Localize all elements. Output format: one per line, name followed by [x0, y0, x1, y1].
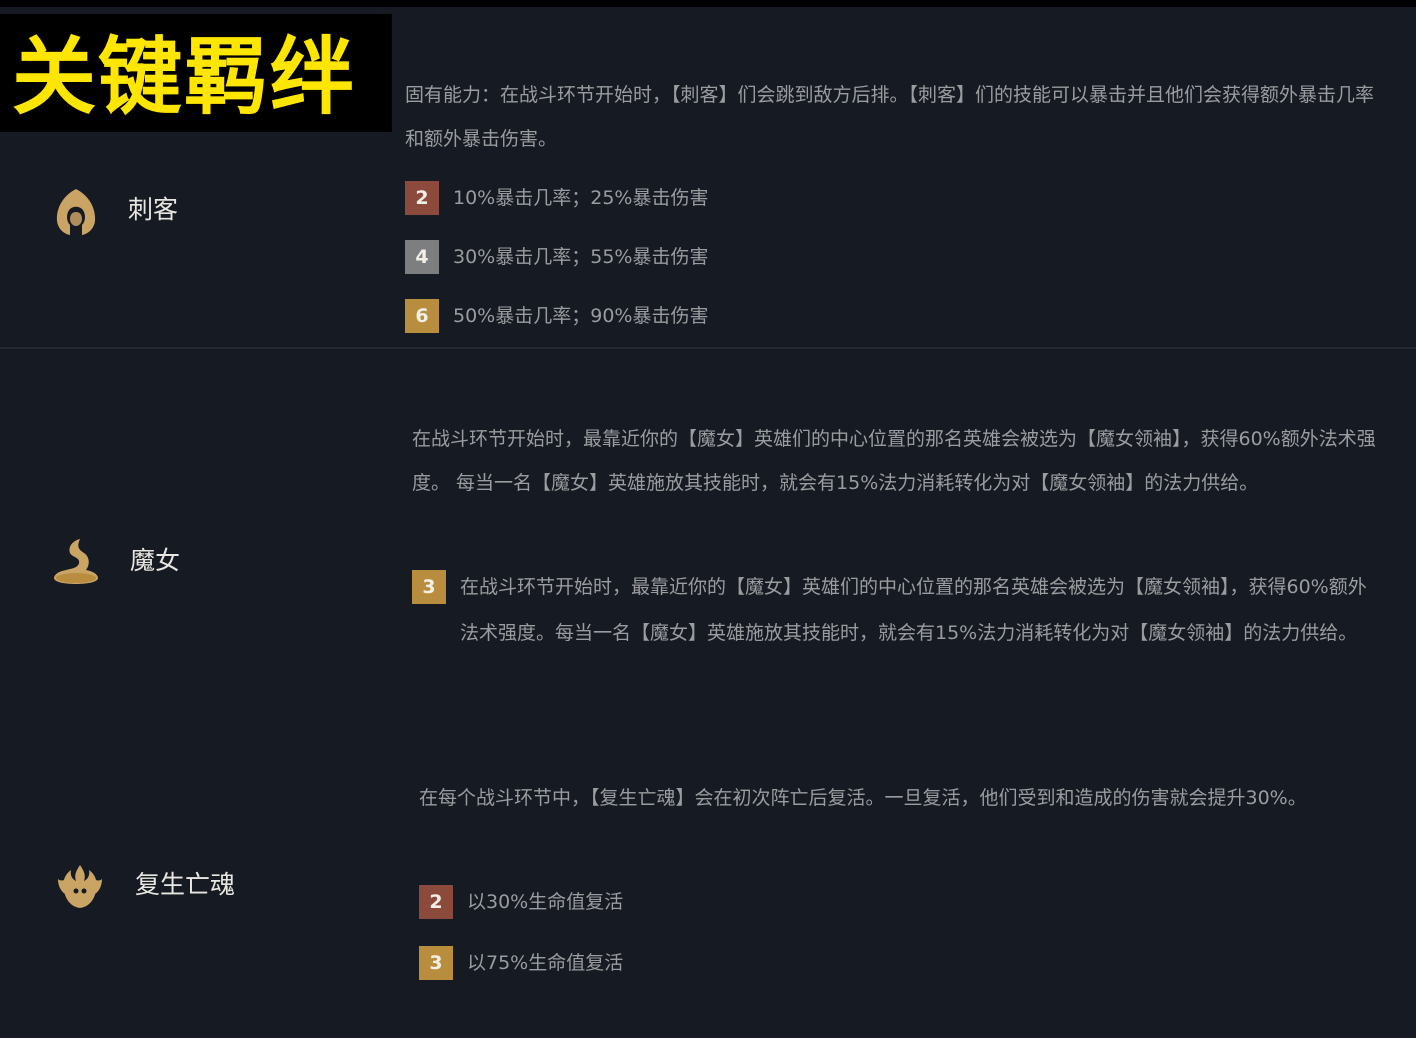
trait-name-revenant: 复生亡魂 — [135, 870, 236, 899]
trait-page: 关键羁绊 刺客 固有能力：在战斗环节开始时，【刺客】们会跳到敌方后排。【刺客】们… — [0, 0, 1416, 1038]
tier-badge-bronze: 2 — [405, 181, 439, 215]
hooded-assassin-icon — [50, 185, 102, 237]
tier-row: 2 10%暴击几率；25%暴击伤害 — [405, 181, 1005, 215]
tier-row: 3 以75%生命值复活 — [419, 946, 1019, 980]
tier-row: 6 50%暴击几率；90%暴击伤害 — [405, 299, 1005, 333]
tier-effect: 50%暴击几率；90%暴击伤害 — [453, 305, 709, 327]
trait-description-revenant: 在每个战斗环节中，【复生亡魂】会在初次阵亡后复活。一旦复活，他们受到和造成的伤害… — [419, 787, 1307, 809]
tier-badge-gold: 3 — [412, 570, 446, 604]
tier-effect: 30%暴击几率；55%暴击伤害 — [453, 246, 709, 268]
tier-row: 2 以30%生命值复活 — [419, 885, 1019, 919]
trait-name-witch: 魔女 — [130, 546, 181, 575]
trait-revenant: 复生亡魂 在每个战斗环节中，【复生亡魂】会在初次阵亡后复活。一旦复活，他们受到和… — [0, 729, 1416, 1038]
witch-hat-icon — [50, 535, 102, 587]
tier-row: 3 在战斗环节开始时，最靠近你的【魔女】英雄们的中心位置的那名英雄会被选为【魔女… — [412, 570, 1387, 710]
tier-effect: 以30%生命值复活 — [467, 891, 624, 913]
tier-row: 4 30%暴击几率；55%暴击伤害 — [405, 240, 1005, 274]
tier-effect: 在战斗环节开始时，最靠近你的【魔女】英雄们的中心位置的那名英雄会被选为【魔女领袖… — [460, 576, 1367, 644]
tier-badge-gold: 3 — [419, 946, 453, 980]
trait-name-assassin: 刺客 — [128, 195, 179, 224]
trait-description-assassin: 固有能力：在战斗环节开始时，【刺客】们会跳到敌方后排。【刺客】们的技能可以暴击并… — [405, 84, 1375, 150]
tier-badge-silver: 4 — [405, 240, 439, 274]
trait-witch: 魔女 在战斗环节开始时，最靠近你的【魔女】英雄们的中心位置的那名英雄会被选为【魔… — [0, 349, 1416, 729]
trait-description-witch: 在战斗环节开始时，最靠近你的【魔女】英雄们的中心位置的那名英雄会被选为【魔女领袖… — [412, 428, 1376, 494]
trait-assassin: 刺客 固有能力：在战斗环节开始时，【刺客】们会跳到敌方后排。【刺客】们的技能可以… — [0, 7, 1416, 347]
tier-badge-gold: 6 — [405, 299, 439, 333]
tier-effect: 以75%生命值复活 — [467, 952, 624, 974]
tier-badge-bronze: 2 — [419, 885, 453, 919]
revenant-flame-icon — [54, 859, 106, 911]
tier-effect: 10%暴击几率；25%暴击伤害 — [453, 187, 709, 209]
